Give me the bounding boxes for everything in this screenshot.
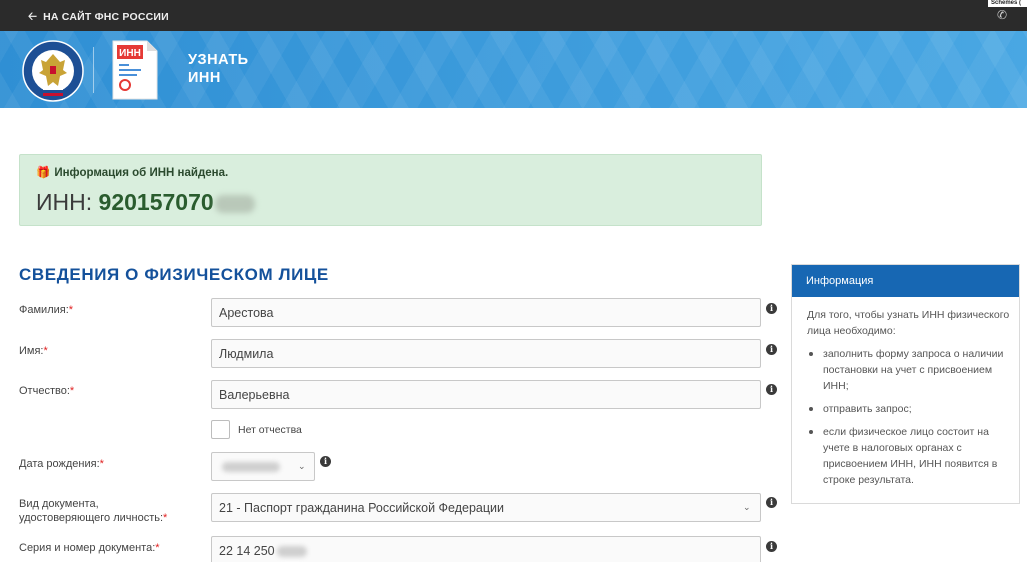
name-info-icon[interactable]: i — [766, 344, 777, 355]
doc-type-value: 21 - Паспорт гражданина Российской Федер… — [219, 501, 505, 515]
no-patronymic-label: Нет отчества — [238, 424, 302, 436]
doc-type-info-icon[interactable]: i — [766, 497, 777, 508]
patronymic-label-text: Отчество: — [19, 385, 70, 397]
doc-number-field[interactable]: 22 14 250 — [211, 536, 761, 562]
chevron-down-icon: ⌄ — [743, 502, 751, 512]
back-to-fns-link[interactable]: 🡠 НА САЙТ ФНС РОССИИ — [28, 8, 169, 27]
info-panel: Информация Для того, чтобы узнать ИНН фи… — [791, 264, 1020, 504]
doc-type-label-line1: Вид документа, — [19, 498, 99, 510]
inn-redacted-digits — [214, 194, 255, 213]
required-mark: * — [163, 512, 168, 524]
info-panel-title: Информация — [792, 265, 1019, 297]
patronymic-field[interactable]: Валерьевна — [211, 380, 761, 409]
surname-info-icon[interactable]: i — [766, 303, 777, 314]
banner-divider — [93, 47, 94, 93]
no-patronymic-checkbox[interactable] — [211, 420, 230, 439]
surname-label: Фамилия:* — [19, 303, 73, 317]
doc-number-label-text: Серия и номер документа: — [19, 542, 156, 554]
surname-field[interactable]: Арестова — [211, 298, 761, 327]
svg-text:ИНН: ИНН — [119, 48, 141, 59]
info-panel-list: заполнить форму запроса о наличии постан… — [807, 346, 1012, 488]
doc-number-label: Серия и номер документа:* — [19, 541, 160, 555]
arrow-left-icon: 🡠 — [28, 11, 38, 23]
doc-number-info-icon[interactable]: i — [766, 541, 777, 552]
chevron-down-icon: ⌄ — [298, 461, 306, 471]
top-bar: 🡠 НА САЙТ ФНС РОССИИ ✆ Schemes ( — [0, 0, 1027, 31]
required-mark: * — [68, 304, 74, 316]
birthdate-label-text: Дата рождения: — [19, 458, 100, 470]
doc-number-value: 22 14 250 — [219, 544, 275, 558]
patronymic-info-icon[interactable]: i — [766, 384, 777, 395]
doc-number-redacted — [276, 546, 307, 558]
list-item: заполнить форму запроса о наличии постан… — [807, 346, 1012, 394]
inn-found-message: 🎁 Информация об ИНН найдена. — [36, 165, 228, 179]
doc-type-label: Вид документа, удостоверяющего личность:* — [19, 497, 167, 525]
banner-title-line2: ИНН — [188, 70, 221, 86]
gift-icon: 🎁 — [36, 167, 51, 179]
back-link-label: НА САЙТ ФНС РОССИИ — [43, 11, 169, 23]
required-mark: * — [43, 345, 48, 357]
required-mark: * — [99, 458, 104, 470]
info-panel-intro: Для того, чтобы узнать ИНН физического л… — [807, 309, 1010, 337]
patronymic-value: Валерьевна — [219, 388, 290, 402]
birthdate-info-icon[interactable]: i — [320, 456, 331, 467]
birthdate-label: Дата рождения:* — [19, 457, 104, 471]
birthdate-redacted-value — [222, 462, 280, 472]
surname-label-text: Фамилия: — [19, 304, 69, 316]
name-label: Имя:* — [19, 344, 48, 358]
banner-title-line1: УЗНАТЬ — [188, 52, 249, 68]
inn-found-alert: 🎁 Информация об ИНН найдена. ИНН: 9201570… — [19, 154, 762, 226]
banner-title: УЗНАТЬ ИНН — [188, 51, 249, 87]
name-label-text: Имя: — [19, 345, 44, 357]
inn-found-text: Информация об ИНН найдена. — [54, 167, 229, 179]
list-item: если физическое лицо состоит на учете в … — [807, 424, 1012, 488]
list-item: отправить запрос; — [807, 401, 1012, 417]
required-mark: * — [155, 542, 160, 554]
required-mark: * — [69, 385, 75, 397]
inn-result-label: ИНН: — [36, 189, 93, 215]
inn-result-value: 920157070 — [98, 189, 214, 215]
section-title: СВЕДЕНИЯ О ФИЗИЧЕСКОМ ЛИЦЕ — [19, 265, 329, 284]
corner-label: Schemes ( — [988, 0, 1027, 7]
fns-emblem-logo[interactable] — [22, 40, 84, 102]
doc-type-label-line2: удостоверяющего личность: — [19, 512, 164, 524]
name-field[interactable]: Людмила — [211, 339, 761, 368]
header-banner: ИНН УЗНАТЬ ИНН — [0, 31, 1027, 108]
inn-result: ИНН: 920157070 — [36, 189, 255, 216]
inn-document-icon: ИНН — [111, 39, 159, 101]
doc-type-select[interactable]: 21 - Паспорт гражданина Российской Федер… — [211, 493, 761, 522]
surname-value: Арестова — [219, 306, 274, 320]
name-value: Людмила — [219, 347, 274, 361]
patronymic-label: Отчество:* — [19, 384, 74, 398]
info-panel-body: Для того, чтобы узнать ИНН физического л… — [807, 307, 1012, 495]
birthdate-select[interactable]: ⌄ — [211, 452, 315, 481]
phone-icon[interactable]: ✆ — [997, 8, 1007, 22]
